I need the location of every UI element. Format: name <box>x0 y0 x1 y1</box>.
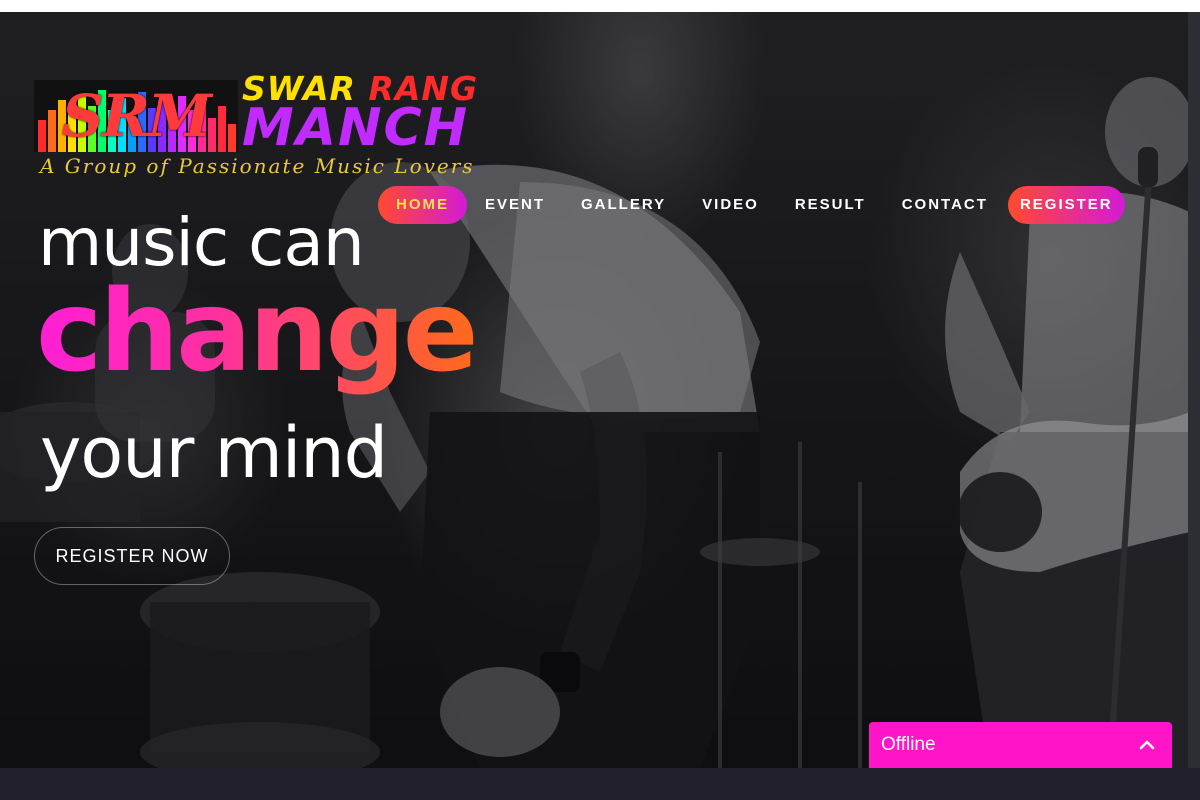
hero-headline-change: change <box>36 267 479 397</box>
nav-item-result[interactable]: RESULT <box>777 186 884 224</box>
chevron-up-icon[interactable] <box>1138 736 1156 754</box>
page-scrollbar[interactable] <box>1188 12 1200 768</box>
logo-tagline: A Group of Passionate Music Lovers <box>40 154 475 178</box>
nav-item-contact[interactable]: CONTACT <box>884 186 1006 224</box>
chat-widget[interactable]: Offline <box>869 722 1172 768</box>
nav-item-gallery[interactable]: GALLERY <box>563 186 684 224</box>
nav-item-video[interactable]: VIDEO <box>684 186 777 224</box>
nav-item-home[interactable]: HOME <box>378 186 467 224</box>
nav-item-event[interactable]: EVENT <box>467 186 563 224</box>
page: SRM SWAR RANG MANCH A Group of Passionat… <box>0 0 1200 800</box>
hero-section: SRM SWAR RANG MANCH A Group of Passionat… <box>0 12 1200 768</box>
site-logo[interactable]: SRM SWAR RANG MANCH A Group of Passionat… <box>34 70 554 185</box>
nav-item-register[interactable]: REGISTER <box>1007 186 1125 224</box>
logo-emblem: SRM <box>34 80 238 152</box>
chat-status-label: Offline <box>881 734 936 755</box>
logo-mark-text: SRM <box>61 82 212 150</box>
footer-strip <box>0 768 1200 800</box>
hero-headline-line3: your mind <box>40 412 388 494</box>
register-now-button[interactable]: REGISTER NOW <box>34 527 230 585</box>
logo-name-manch: MANCH <box>242 98 470 158</box>
main-nav: HOME EVENT GALLERY VIDEO RESULT CONTACT … <box>378 186 1125 224</box>
